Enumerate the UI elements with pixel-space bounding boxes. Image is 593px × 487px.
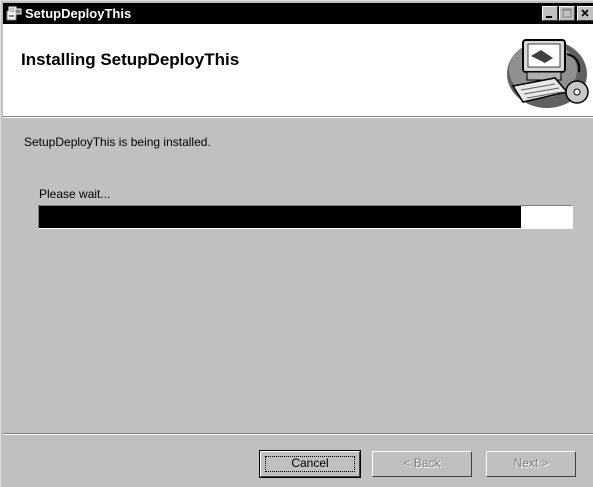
maximize-button[interactable]	[559, 6, 575, 21]
next-button[interactable]: Next >	[486, 451, 576, 477]
window-title: SetupDeployThis	[25, 6, 132, 21]
banner-divider	[3, 116, 593, 118]
please-wait-label: Please wait...	[39, 187, 111, 201]
button-area-divider	[3, 433, 593, 435]
header-banner: Installing SetupDeployThis	[3, 24, 593, 116]
install-progress-bar	[38, 205, 573, 229]
banner-heading: Installing SetupDeployThis	[21, 50, 240, 69]
progress-fill	[39, 206, 522, 228]
maximize-icon	[562, 8, 572, 18]
close-icon	[581, 9, 589, 17]
next-button-label: Next >	[513, 456, 549, 470]
minimize-icon	[546, 16, 552, 18]
cancel-button[interactable]: Cancel	[259, 450, 361, 478]
installer-app-icon	[6, 6, 22, 21]
computer-install-icon	[507, 39, 589, 108]
back-button[interactable]: < Back	[372, 451, 472, 477]
setup-window: SetupDeployThis Installing SetupDeployTh…	[0, 0, 593, 487]
install-status-text: SetupDeployThis is being installed.	[24, 135, 211, 149]
close-button[interactable]	[577, 6, 593, 21]
minimize-button[interactable]	[542, 6, 558, 21]
focus-rectangle	[265, 456, 355, 472]
title-bar[interactable]: SetupDeployThis	[3, 3, 593, 24]
back-button-label: < Back	[403, 456, 441, 470]
